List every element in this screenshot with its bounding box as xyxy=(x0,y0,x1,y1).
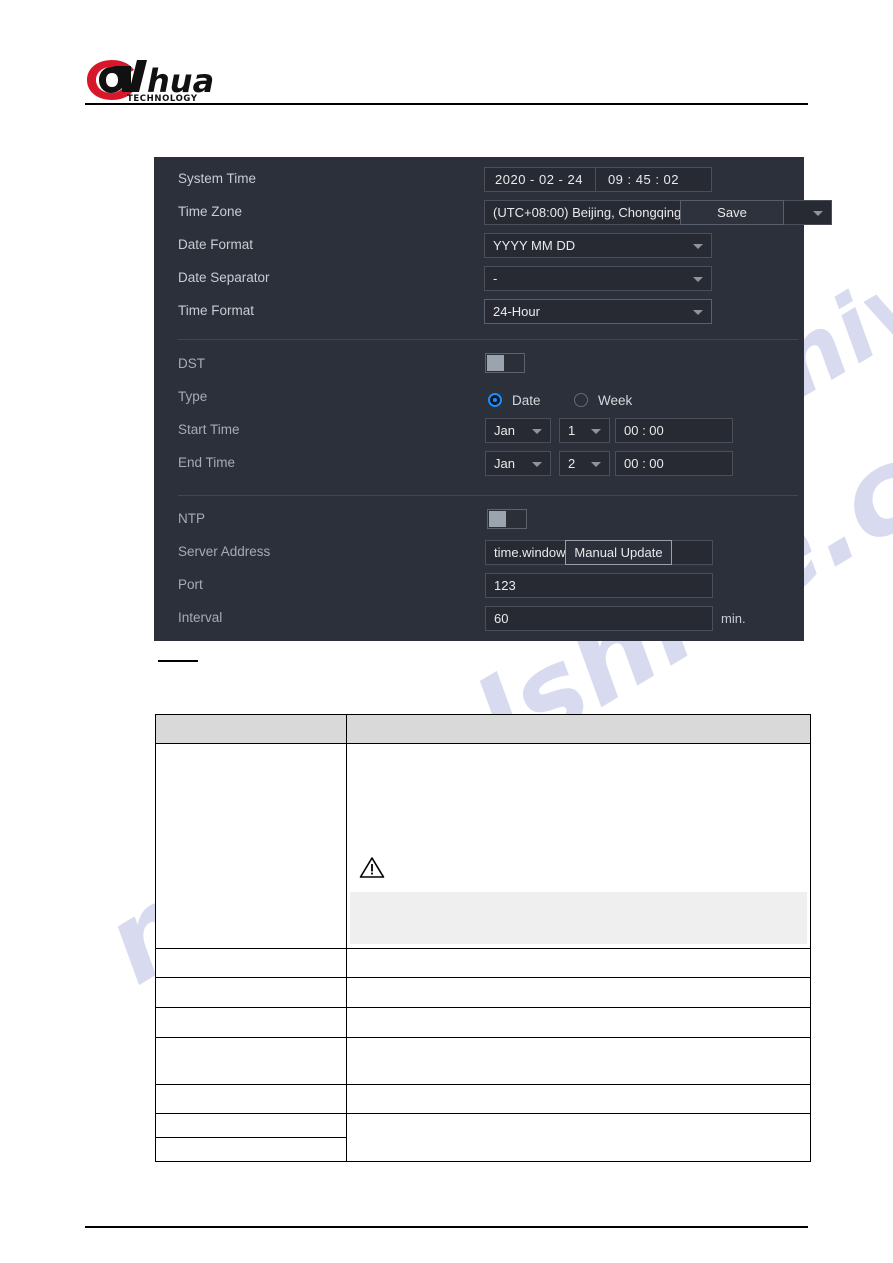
dst-toggle[interactable] xyxy=(485,353,525,373)
start-time-clock-field[interactable]: 00 : 00 xyxy=(615,418,733,443)
parameter-description-table xyxy=(155,714,811,1162)
radio-type-week[interactable]: Week xyxy=(574,390,632,410)
table-cell-description xyxy=(346,948,811,978)
table-cell-parameter xyxy=(155,948,347,978)
label-ntp: NTP xyxy=(178,511,205,526)
note-callout-box xyxy=(350,892,807,944)
date-separator-value: - xyxy=(493,271,498,286)
date-format-value: YYYY MM DD xyxy=(493,238,576,253)
date-separator-select[interactable]: - xyxy=(484,266,712,291)
label-end-time: End Time xyxy=(178,455,236,470)
table-row xyxy=(155,977,811,1008)
chevron-down-icon xyxy=(693,243,703,249)
table-row xyxy=(155,1084,811,1114)
radio-date-icon xyxy=(488,393,502,407)
system-time-time-value[interactable]: 09 : 45 : 02 xyxy=(596,168,689,191)
start-time-day-select[interactable]: 1 xyxy=(559,418,610,443)
table-cell-description xyxy=(346,1113,811,1162)
end-time-day-value: 2 xyxy=(568,456,576,471)
radio-type-date[interactable]: Date xyxy=(488,390,541,410)
end-time-month-select[interactable]: Jan xyxy=(485,451,551,476)
chevron-down-icon xyxy=(532,461,542,467)
end-time-clock-field[interactable]: 00 : 00 xyxy=(615,451,733,476)
system-time-date-value[interactable]: 2020 - 02 - 24 xyxy=(485,168,595,191)
label-port: Port xyxy=(178,577,203,592)
warning-triangle-icon xyxy=(359,856,385,884)
section-divider-2 xyxy=(178,495,798,496)
time-settings-panel: System Time 2020 - 02 - 24 09 : 45 : 02 … xyxy=(154,157,832,641)
end-time-clock-value: 00 : 00 xyxy=(624,456,664,471)
label-time-format: Time Format xyxy=(178,303,255,318)
chevron-down-icon xyxy=(591,461,601,467)
time-format-value: 24-Hour xyxy=(493,304,540,319)
header-divider-rule xyxy=(85,103,808,105)
start-time-month-select[interactable]: Jan xyxy=(485,418,551,443)
interval-unit-label: min. xyxy=(721,611,746,626)
start-time-clock-value: 00 : 00 xyxy=(624,423,664,438)
table-header-parameter xyxy=(155,714,347,744)
date-format-select[interactable]: YYYY MM DD xyxy=(484,233,712,258)
label-start-time: Start Time xyxy=(178,422,240,437)
table-cell-parameter xyxy=(155,1007,347,1038)
ntp-toggle-knob xyxy=(489,511,506,527)
label-type: Type xyxy=(178,389,208,404)
chevron-down-icon xyxy=(693,276,703,282)
page-header: hua TECHNOLOGY xyxy=(0,0,893,110)
table-cell-description xyxy=(346,1007,811,1038)
end-time-day-select[interactable]: 2 xyxy=(559,451,610,476)
chevron-down-icon xyxy=(591,428,601,434)
label-dst: DST xyxy=(178,356,205,371)
start-time-day-value: 1 xyxy=(568,423,576,438)
label-system-time: System Time xyxy=(178,171,257,186)
dst-toggle-knob xyxy=(487,355,504,371)
label-date-separator: Date Separator xyxy=(178,270,270,285)
table-cell-parameter xyxy=(155,1084,347,1114)
dahua-logo: hua TECHNOLOGY xyxy=(85,58,265,102)
chevron-down-icon xyxy=(813,210,823,216)
time-format-select[interactable]: 24-Hour xyxy=(484,299,712,324)
interval-value: 60 xyxy=(494,611,509,626)
table-cell-description xyxy=(346,1084,811,1114)
port-value: 123 xyxy=(494,578,516,593)
table-header-row xyxy=(155,714,811,744)
interval-input[interactable]: 60 xyxy=(485,606,713,631)
port-input[interactable]: 123 xyxy=(485,573,713,598)
label-date-format: Date Format xyxy=(178,237,254,252)
radio-week-icon xyxy=(574,393,588,407)
chevron-down-icon xyxy=(693,309,703,315)
radio-date-label: Date xyxy=(512,392,541,408)
table-cell-parameter xyxy=(155,977,347,1008)
radio-week-label: Week xyxy=(598,392,633,408)
save-button[interactable]: Save xyxy=(680,200,784,225)
table-cell-parameter xyxy=(155,1137,347,1162)
table-row xyxy=(155,1113,811,1162)
manual-update-button[interactable]: Manual Update xyxy=(565,540,672,565)
table-cell-parameter xyxy=(155,1113,347,1138)
table-row xyxy=(155,1037,811,1085)
ntp-toggle[interactable] xyxy=(487,509,527,529)
system-time-field[interactable]: 2020 - 02 - 24 09 : 45 : 02 xyxy=(484,167,712,192)
table-cell-description xyxy=(346,743,811,949)
label-time-zone: Time Zone xyxy=(178,204,243,219)
svg-text:TECHNOLOGY: TECHNOLOGY xyxy=(127,94,198,102)
table-cell-parameter xyxy=(155,743,347,949)
footer-divider-rule xyxy=(85,1226,808,1228)
section-divider-1 xyxy=(178,339,798,340)
table-cell-description xyxy=(346,1037,811,1085)
table-header-description xyxy=(346,714,811,744)
table-cell-description xyxy=(346,977,811,1008)
caption-rule xyxy=(158,660,198,662)
chevron-down-icon xyxy=(532,428,542,434)
label-interval: Interval xyxy=(178,610,223,625)
end-time-month-value: Jan xyxy=(494,456,515,471)
table-cell-parameter xyxy=(155,1037,347,1085)
label-server-address: Server Address xyxy=(178,544,271,559)
table-row xyxy=(155,948,811,978)
table-row xyxy=(155,743,811,949)
start-time-month-value: Jan xyxy=(494,423,515,438)
table-row xyxy=(155,1007,811,1038)
